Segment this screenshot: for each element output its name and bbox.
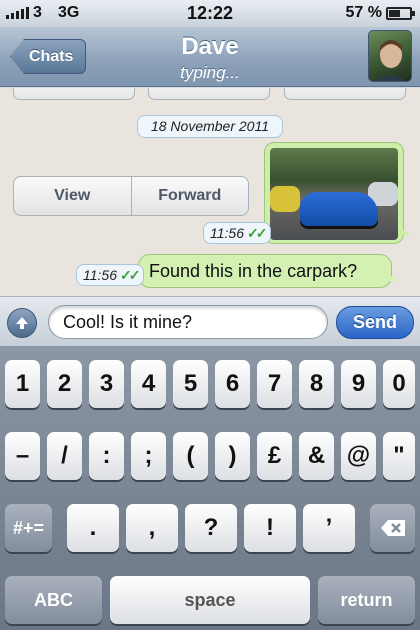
- time-label: 11:56: [210, 225, 244, 241]
- return-key[interactable]: return: [318, 576, 415, 624]
- backspace-icon: [380, 520, 405, 536]
- send-button[interactable]: Send: [336, 306, 414, 339]
- key-slash[interactable]: /: [47, 432, 82, 480]
- key-pound[interactable]: £: [257, 432, 292, 480]
- arrow-up-icon: [16, 317, 28, 329]
- read-ticks-icon: ✓✓: [247, 225, 268, 241]
- key-9[interactable]: 9: [341, 360, 376, 408]
- backspace-key[interactable]: [370, 504, 415, 552]
- attach-button[interactable]: [7, 308, 37, 338]
- key-4[interactable]: 4: [131, 360, 166, 408]
- battery-percent: 57 %: [345, 4, 382, 21]
- key-abc[interactable]: ABC: [5, 576, 102, 624]
- key-3[interactable]: 3: [89, 360, 124, 408]
- photo-thumbnail[interactable]: [270, 148, 398, 240]
- contact-name: Dave: [181, 33, 239, 60]
- key-question[interactable]: ?: [185, 504, 237, 552]
- key-quote[interactable]: ": [383, 432, 415, 480]
- message-input-bar: Send: [0, 296, 420, 346]
- key-more-symbols[interactable]: #+=: [5, 504, 52, 552]
- key-semicolon[interactable]: ;: [131, 432, 166, 480]
- chat-area[interactable]: 18 November 2011 View Forward 11:56 ✓✓ Fo…: [0, 88, 420, 296]
- message-input[interactable]: [48, 305, 328, 339]
- contact-status: typing...: [180, 63, 240, 82]
- key-8[interactable]: 8: [299, 360, 334, 408]
- key-ampersand[interactable]: &: [299, 432, 334, 480]
- key-dash[interactable]: –: [5, 432, 40, 480]
- media-actions: View Forward: [13, 176, 249, 216]
- keyboard: 1 2 3 4 5 6 7 8 9 0 – / : ; ( ) £ & @ " …: [0, 346, 420, 630]
- navigation-bar: Chats Dave typing...: [0, 27, 420, 87]
- key-at[interactable]: @: [341, 432, 376, 480]
- key-0[interactable]: 0: [383, 360, 415, 408]
- date-separator: 18 November 2011: [137, 115, 283, 138]
- forward-button[interactable]: Forward: [130, 177, 249, 215]
- key-7[interactable]: 7: [257, 360, 292, 408]
- key-1[interactable]: 1: [5, 360, 40, 408]
- key-colon[interactable]: :: [89, 432, 124, 480]
- message-text: Found this in the carpark?: [149, 261, 358, 281]
- image-message-bubble[interactable]: [264, 142, 411, 244]
- read-ticks-icon: ✓✓: [120, 267, 141, 283]
- avatar[interactable]: [368, 30, 412, 82]
- time-label: 11:56: [83, 267, 117, 283]
- previous-action-button[interactable]: [284, 88, 406, 100]
- text-timestamp: 11:56 ✓✓: [76, 264, 145, 286]
- key-apostrophe[interactable]: ’: [303, 504, 355, 552]
- key-close-paren[interactable]: ): [215, 432, 250, 480]
- key-exclamation[interactable]: !: [244, 504, 296, 552]
- space-bar[interactable]: space: [110, 576, 310, 624]
- key-5[interactable]: 5: [173, 360, 208, 408]
- key-comma[interactable]: ,: [126, 504, 178, 552]
- previous-action-button[interactable]: [148, 88, 270, 100]
- battery-icon: [386, 7, 415, 20]
- key-2[interactable]: 2: [47, 360, 82, 408]
- key-open-paren[interactable]: (: [173, 432, 208, 480]
- previous-action-button[interactable]: [13, 88, 135, 100]
- image-timestamp: 11:56 ✓✓: [203, 222, 272, 244]
- status-bar: 3 3G 12:22 57 %: [0, 0, 420, 27]
- text-message-bubble[interactable]: Found this in the carpark?: [138, 254, 399, 288]
- key-6[interactable]: 6: [215, 360, 250, 408]
- view-button[interactable]: View: [14, 177, 131, 215]
- key-period[interactable]: .: [67, 504, 119, 552]
